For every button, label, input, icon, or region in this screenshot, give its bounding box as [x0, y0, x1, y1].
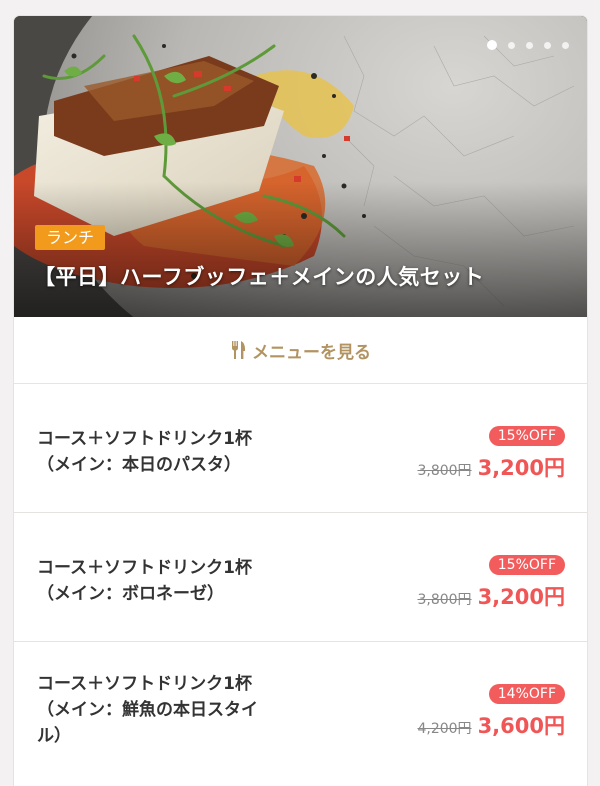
discount-badge: 15%OFF — [488, 426, 565, 446]
price-group: 3,800円 3,200円 — [417, 581, 565, 611]
discount-badge: 15%OFF — [488, 555, 565, 575]
plan-option-pasta[interactable]: コース＋ソフトドリンク1杯 （メイン：本日のパスタ） 15%OFF 3,800円… — [14, 384, 587, 513]
carousel-indicator — [487, 40, 569, 50]
plan-option-name-line: （メイン：本日のパスタ） — [37, 455, 241, 475]
price-group: 4,200円 3,600円 — [417, 710, 565, 740]
view-menu-label: メニューを見る — [252, 342, 371, 363]
original-price: 3,800円 — [417, 463, 472, 479]
plan-option-name: コース＋ソフトドリンク1杯 （メイン：鮮魚の本日スタイ ル） — [37, 671, 297, 749]
carousel-dot-3[interactable] — [526, 41, 533, 49]
sale-price: 3,600円 — [477, 714, 565, 738]
plan-option-name: コース＋ソフトドリンク1杯 （メイン：ボロネーゼ） — [37, 555, 297, 607]
plan-title: 【平日】ハーフブッフェ＋メインの人気セット — [34, 265, 485, 289]
sale-price: 3,200円 — [477, 456, 565, 480]
plan-option-name-line: コース＋ソフトドリンク1杯 — [37, 429, 252, 449]
discount-badge: 14%OFF — [488, 684, 565, 704]
carousel-dot-1[interactable] — [487, 40, 497, 50]
original-price: 4,200円 — [417, 721, 472, 737]
carousel-dot-5[interactable] — [562, 41, 569, 49]
sale-price: 3,200円 — [477, 585, 565, 609]
plan-option-name-line: （メイン：ボロネーゼ） — [37, 584, 224, 604]
carousel-dot-2[interactable] — [508, 41, 515, 49]
price-group: 3,800円 3,200円 — [417, 452, 565, 482]
plan-option-bolognese[interactable]: コース＋ソフトドリンク1杯 （メイン：ボロネーゼ） 15%OFF 3,800円 … — [14, 513, 587, 642]
fork-knife-icon — [232, 341, 245, 359]
plan-option-name-line: （メイン：鮮魚の本日スタイ — [37, 700, 258, 720]
hero-carousel[interactable]: ランチ 【平日】ハーフブッフェ＋メインの人気セット — [14, 16, 587, 317]
carousel-dot-4[interactable] — [544, 41, 551, 49]
original-price: 3,800円 — [417, 592, 472, 608]
plan-option-name: コース＋ソフトドリンク1杯 （メイン：本日のパスタ） — [37, 426, 297, 478]
view-menu-button[interactable]: メニューを見る — [14, 317, 587, 384]
plan-card: ランチ 【平日】ハーフブッフェ＋メインの人気セット メニューを見る コース＋ソフ… — [14, 16, 587, 786]
plan-option-name-line: コース＋ソフトドリンク1杯 — [37, 558, 252, 578]
plan-option-fish[interactable]: コース＋ソフトドリンク1杯 （メイン：鮮魚の本日スタイ ル） 14%OFF 4,… — [14, 642, 587, 770]
category-badge: ランチ — [35, 225, 106, 250]
plan-option-name-line: ル） — [37, 726, 71, 746]
plan-option-name-line: コース＋ソフトドリンク1杯 — [37, 674, 252, 694]
